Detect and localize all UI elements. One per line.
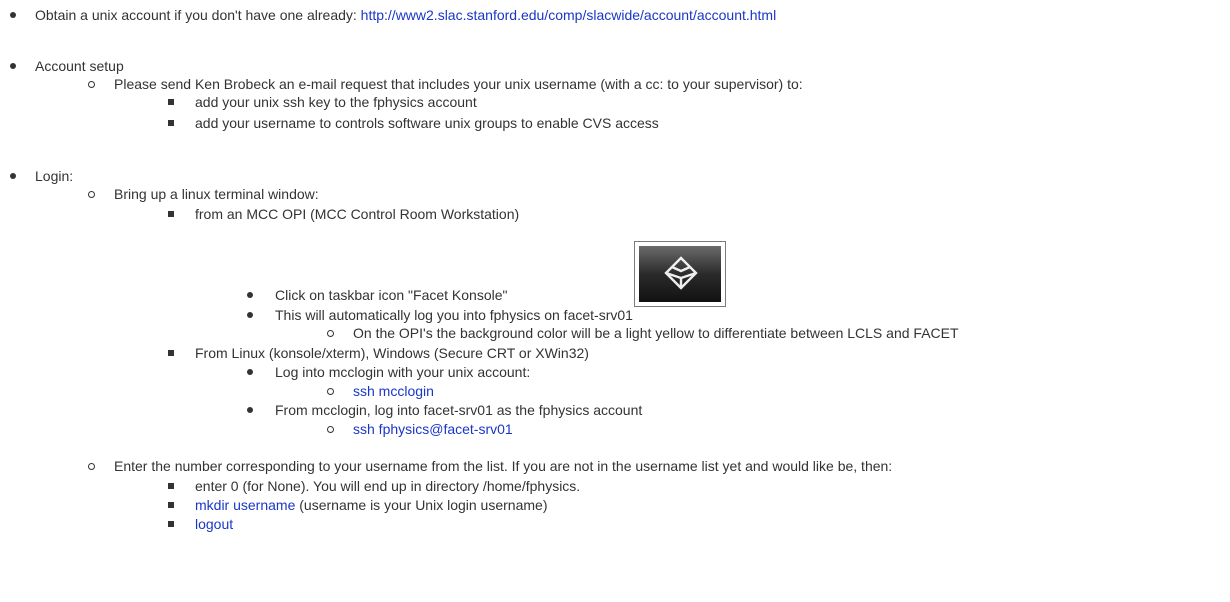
- bullet-disc: [247, 407, 253, 413]
- list-item: Enter the number corresponding to your u…: [114, 458, 893, 474]
- list-item: add your unix ssh key to the fphysics ac…: [195, 94, 477, 110]
- list-item: from an MCC OPI (MCC Control Room Workst…: [195, 206, 520, 222]
- bullet-disc: [10, 173, 16, 179]
- list-item: enter 0 (for None). You will end up in d…: [195, 478, 581, 494]
- bullet-disc: [10, 63, 16, 69]
- account-link[interactable]: http://www2.slac.stanford.edu/comp/slacw…: [361, 7, 777, 23]
- bullet-disc: [247, 369, 253, 375]
- list-item: mkdir username (username is your Unix lo…: [195, 496, 547, 514]
- mkdir-note: (username is your Unix login username): [295, 497, 548, 513]
- list-item: This will automatically log you into fph…: [275, 307, 633, 323]
- ssh-fphysics-link[interactable]: ssh fphysics@facet-srv01: [353, 420, 513, 438]
- mkdir-link[interactable]: mkdir username: [195, 497, 295, 513]
- facet-konsole-icon: [634, 241, 726, 307]
- bullet-circle: [327, 426, 334, 433]
- list-item: Bring up a linux terminal window:: [114, 186, 319, 202]
- list-item: Click on taskbar icon "Facet Konsole": [275, 287, 508, 303]
- list-item: From Linux (konsole/xterm), Windows (Sec…: [195, 345, 589, 361]
- bullet-disc: [10, 12, 16, 18]
- list-item: Obtain a unix account if you don't have …: [35, 6, 776, 24]
- list-item: Log into mcclogin with your unix account…: [275, 364, 531, 380]
- bullet-square: [168, 483, 174, 489]
- obtain-account-text: Obtain a unix account if you don't have …: [35, 7, 361, 23]
- bullet-disc: [247, 312, 253, 318]
- bullet-circle: [88, 81, 95, 88]
- ssh-mcclogin-link[interactable]: ssh mcclogin: [353, 382, 434, 400]
- bullet-circle: [327, 330, 334, 337]
- list-item: Login:: [35, 168, 74, 184]
- bullet-square: [168, 521, 174, 527]
- bullet-circle: [88, 191, 95, 198]
- bullet-circle: [88, 463, 95, 470]
- bullet-square: [168, 99, 174, 105]
- bullet-circle: [327, 388, 334, 395]
- bullet-square: [168, 211, 174, 217]
- bullet-disc: [247, 292, 253, 298]
- list-item: Account setup: [35, 58, 124, 74]
- list-item: Please send Ken Brobeck an e-mail reques…: [114, 76, 803, 92]
- logout-link[interactable]: logout: [195, 515, 233, 533]
- list-item: add your username to controls software u…: [195, 115, 659, 131]
- list-item: On the OPI's the background color will b…: [353, 325, 959, 341]
- bullet-square: [168, 120, 174, 126]
- bullet-square: [168, 502, 174, 508]
- list-item: From mcclogin, log into facet-srv01 as t…: [275, 402, 643, 418]
- bullet-square: [168, 350, 174, 356]
